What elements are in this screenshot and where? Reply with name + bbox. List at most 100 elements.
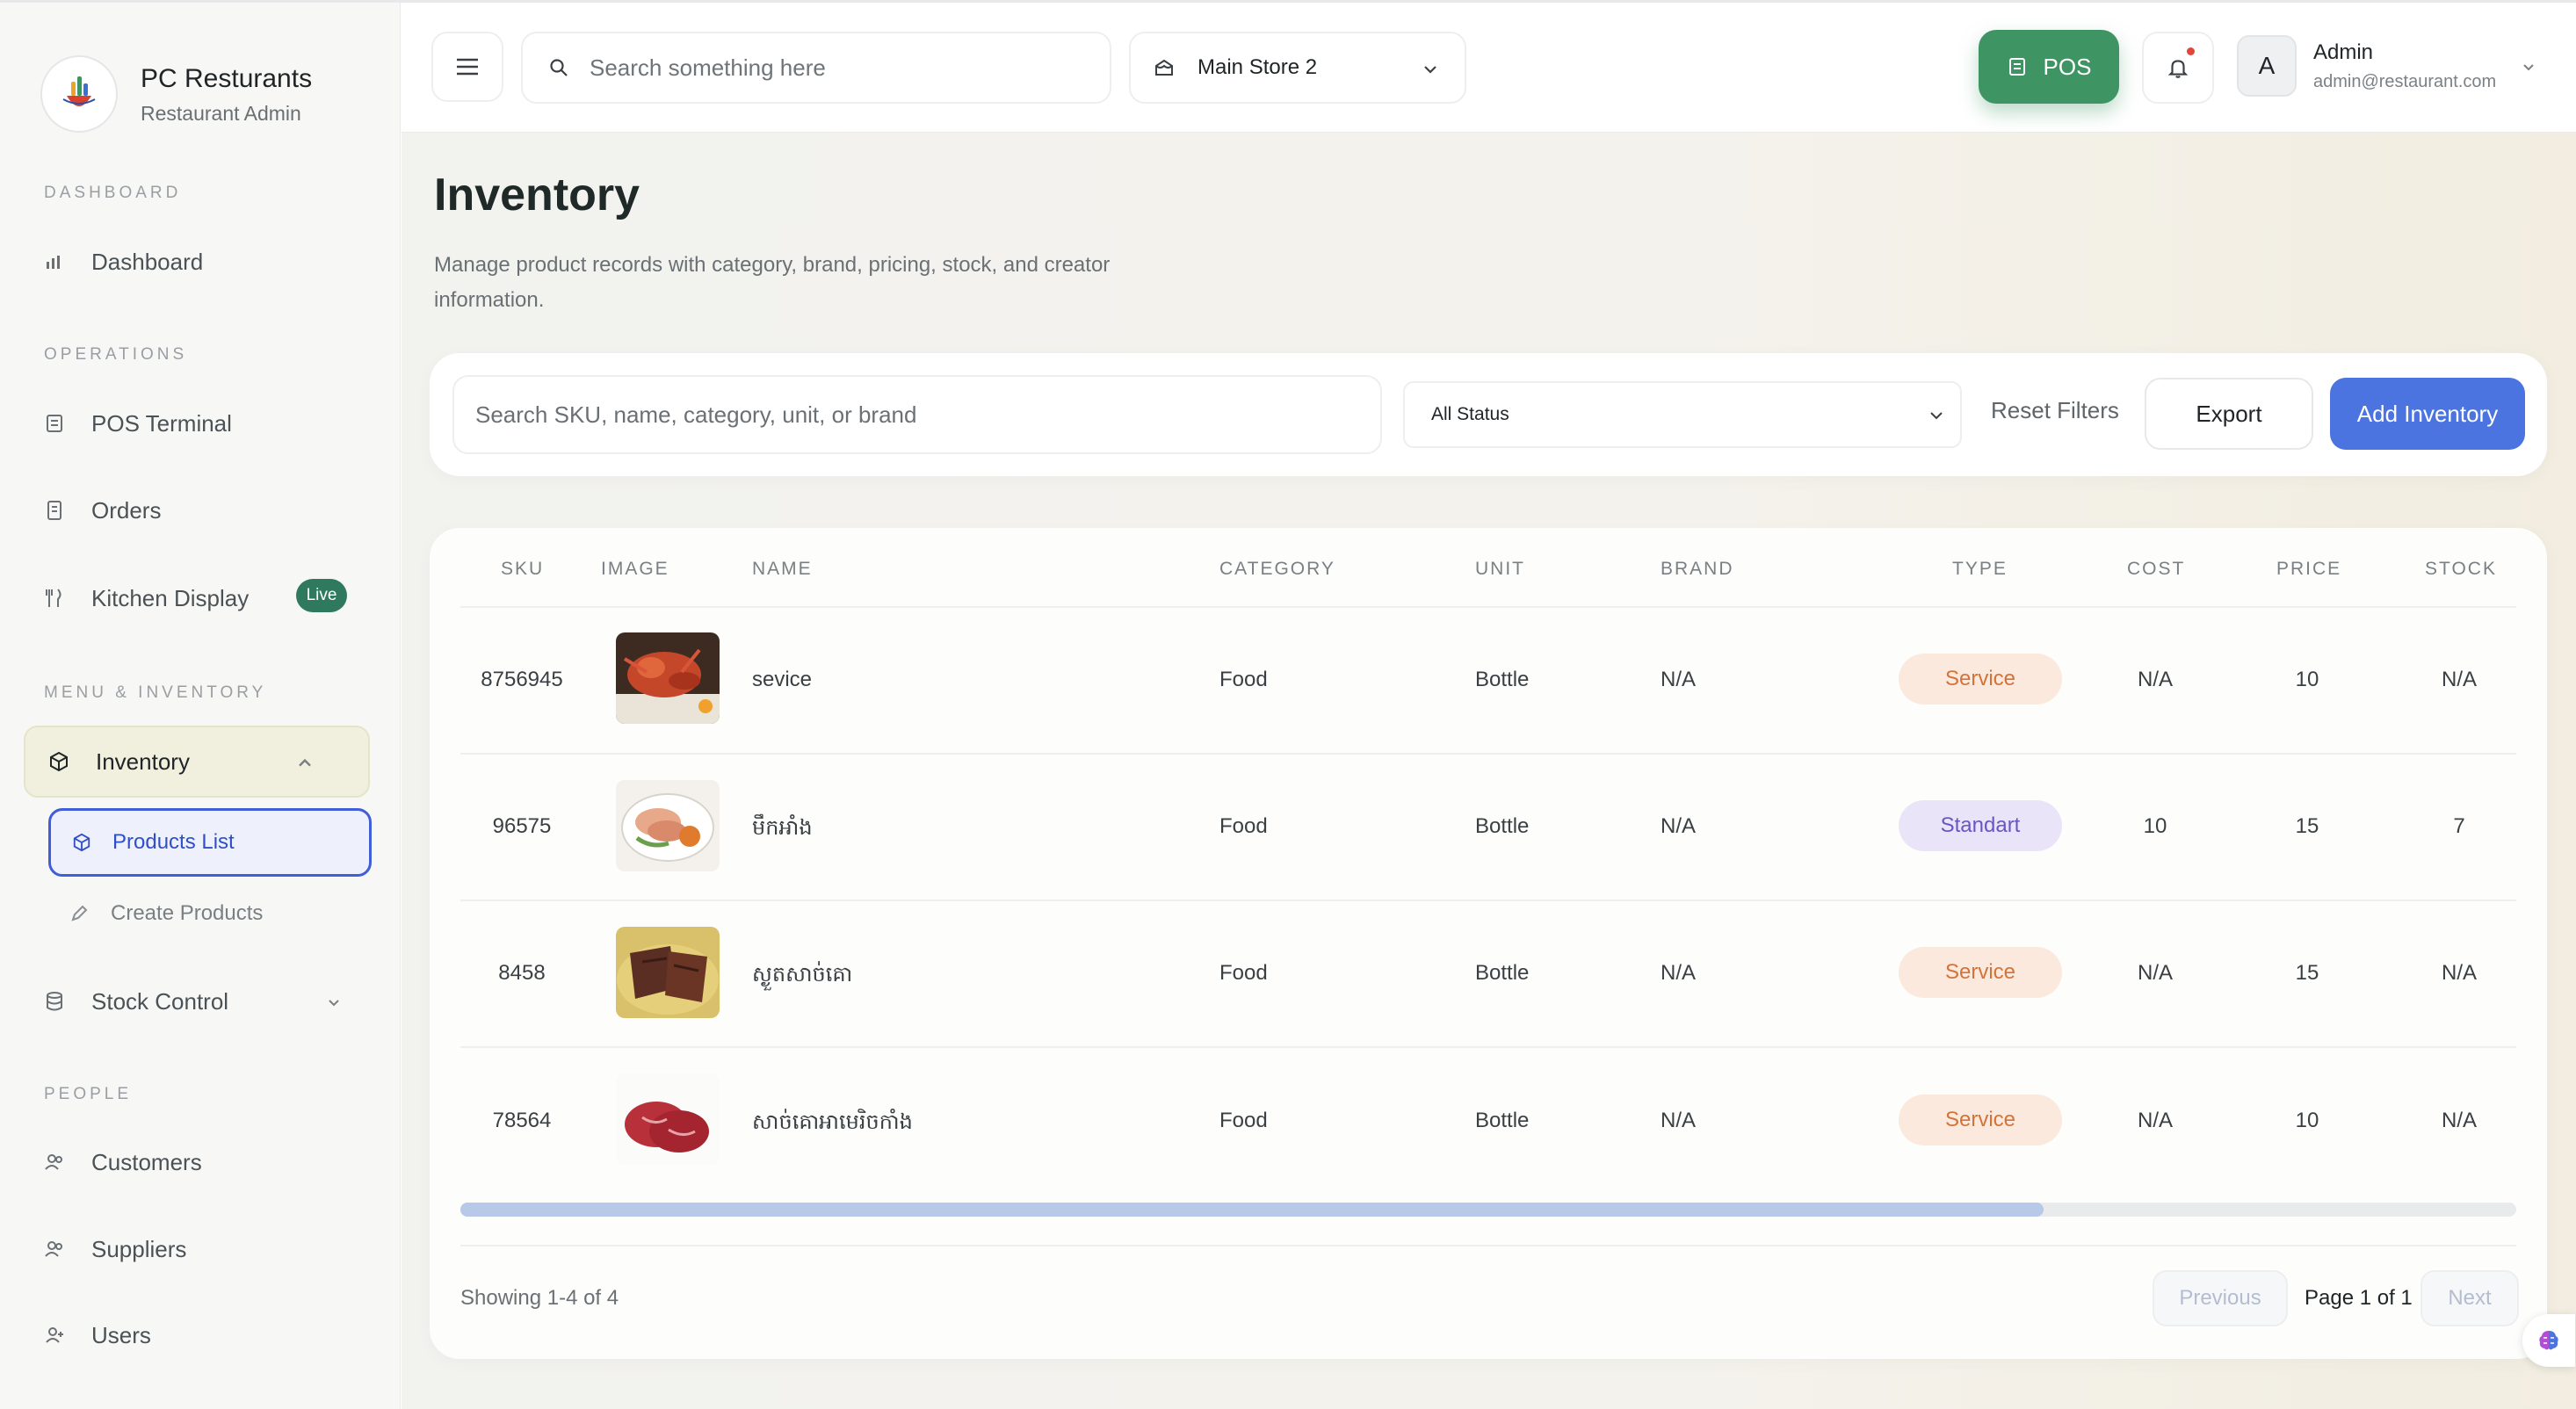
chevron-down-icon[interactable] — [2520, 58, 2537, 76]
product-image — [616, 927, 720, 1018]
sidebar-item-pos-terminal[interactable]: POS Terminal — [44, 406, 232, 441]
assistant-button[interactable] — [2522, 1314, 2575, 1367]
sidebar-item-label: Kitchen Display — [91, 584, 250, 611]
horizontal-scrollbar-thumb[interactable] — [460, 1203, 2044, 1217]
column-header-category[interactable]: CATEGORY — [1219, 559, 1335, 580]
cell-stock: N/A — [2441, 668, 2478, 691]
sidebar: PC Resturants Restaurant Admin — [0, 3, 401, 1409]
column-header-unit[interactable]: UNIT — [1475, 559, 1525, 580]
cell-unit: Bottle — [1475, 961, 1530, 985]
cell-cost: 10 — [2143, 814, 2167, 838]
sidebar-item-stock-control[interactable]: Stock Control — [44, 984, 228, 1019]
chevron-down-icon[interactable] — [325, 994, 343, 1011]
brand-name: PC Resturants — [141, 63, 313, 93]
brand-subtitle: Restaurant Admin — [141, 101, 301, 125]
page-title: Inventory — [434, 170, 640, 220]
cell-category: Food — [1219, 668, 1268, 691]
sidebar-item-inventory[interactable]: Inventory — [24, 726, 370, 798]
column-header-sku[interactable]: SKU — [501, 559, 544, 580]
chevron-down-icon — [1930, 412, 1943, 420]
avatar[interactable]: A — [2237, 35, 2297, 97]
cell-sku: 96575 — [492, 814, 552, 838]
sidebar-item-create-products[interactable]: Create Products — [70, 901, 263, 926]
sidebar-item-label: Orders — [91, 496, 162, 524]
cell-sku: 8756945 — [481, 668, 563, 691]
cell-unit: Bottle — [1475, 814, 1530, 838]
utensils-icon — [46, 589, 62, 607]
sidebar-item-label: Inventory — [96, 748, 190, 775]
cell-name: សាច់គោអាមេរិចកាំង — [752, 1110, 913, 1134]
section-label-operations: OPERATIONS — [44, 345, 188, 364]
menu-toggle-button[interactable] — [431, 32, 503, 102]
add-inventory-button[interactable]: Add Inventory — [2330, 378, 2525, 450]
column-header-cost[interactable]: COST — [2127, 559, 2185, 580]
product-image — [616, 632, 720, 724]
export-button[interactable]: Export — [2145, 378, 2313, 450]
sidebar-item-label: Create Products — [111, 901, 264, 925]
user-name[interactable]: Admin — [2313, 40, 2373, 65]
sidebar-item-dashboard[interactable]: Dashboard — [44, 244, 203, 279]
inventory-search-input[interactable] — [475, 401, 1354, 429]
brand[interactable]: PC Resturants Restaurant Admin — [40, 55, 312, 133]
row-divider — [460, 753, 2516, 755]
status-select[interactable]: All Status — [1403, 381, 1962, 448]
column-header-stock[interactable]: STOCK — [2425, 559, 2497, 580]
brand-logo — [40, 55, 118, 133]
chevron-up-icon — [299, 758, 311, 767]
table-footer-divider — [460, 1245, 2516, 1246]
live-badge: Live — [296, 579, 347, 612]
column-header-name[interactable]: NAME — [752, 559, 813, 580]
type-badge: Standart — [1899, 800, 2062, 851]
sidebar-item-customers[interactable]: Customers — [44, 1145, 202, 1180]
cell-category: Food — [1219, 961, 1268, 985]
type-badge: Service — [1899, 1095, 2062, 1145]
database-icon — [47, 992, 62, 1011]
column-header-brand[interactable]: BRAND — [1661, 559, 1734, 580]
reset-filters-button[interactable]: Reset Filters — [1991, 397, 2119, 424]
previous-page-button[interactable]: Previous — [2153, 1270, 2288, 1326]
cell-sku: 78564 — [492, 1109, 552, 1132]
cell-name: ស្ងួតសាច់គោ — [752, 963, 853, 986]
sidebar-item-kitchen-display[interactable]: Kitchen Display — [44, 581, 249, 616]
sidebar-item-suppliers[interactable]: Suppliers — [44, 1232, 186, 1267]
column-header-price[interactable]: PRICE — [2276, 559, 2341, 580]
sidebar-item-users[interactable]: Users — [44, 1318, 151, 1353]
cell-brand: N/A — [1661, 1109, 1697, 1132]
global-search-input[interactable] — [590, 54, 1082, 82]
brain-icon — [2539, 1331, 2558, 1350]
column-header-type[interactable]: TYPE — [1952, 559, 2008, 580]
store-icon — [1155, 59, 1173, 76]
hamburger-icon — [457, 58, 478, 76]
box-icon — [73, 833, 90, 852]
notifications-button[interactable] — [2142, 32, 2214, 104]
store-select[interactable]: Main Store 2 — [1129, 32, 1466, 104]
row-divider — [460, 606, 2516, 608]
next-page-button[interactable]: Next — [2420, 1270, 2519, 1326]
sidebar-item-label: Dashboard — [91, 248, 204, 275]
section-label-people: PEOPLE — [44, 1085, 133, 1103]
cell-name: sevice — [752, 668, 813, 691]
column-header-image: IMAGE — [601, 559, 669, 579]
sidebar-item-label: Suppliers — [91, 1235, 187, 1262]
users-icon — [45, 1241, 62, 1257]
section-label-dashboard: DASHBOARD — [44, 184, 182, 202]
sidebar-item-label: POS Terminal — [91, 409, 232, 437]
sidebar-item-orders[interactable]: Orders — [44, 493, 161, 528]
inventory-search[interactable] — [452, 375, 1382, 454]
sidebar-item-label: Customers — [91, 1148, 202, 1175]
user-email: admin@restaurant.com — [2313, 72, 2497, 91]
type-badge: Service — [1899, 947, 2062, 998]
sidebar-item-products-list[interactable]: Products List — [48, 808, 372, 877]
terminal-icon — [47, 415, 62, 432]
pos-button[interactable]: POS — [1979, 30, 2119, 104]
cell-cost: N/A — [2137, 961, 2174, 985]
product-image — [616, 1073, 720, 1165]
cell-unit: Bottle — [1475, 1109, 1530, 1132]
pencil-icon — [71, 905, 88, 921]
type-badge: Service — [1899, 654, 2062, 704]
page-indicator: Page 1 of 1 — [2305, 1286, 2413, 1310]
logo-icon — [62, 76, 96, 106]
global-search[interactable] — [521, 32, 1111, 104]
users-icon — [45, 1154, 62, 1170]
cell-stock: 7 — [2453, 814, 2465, 838]
